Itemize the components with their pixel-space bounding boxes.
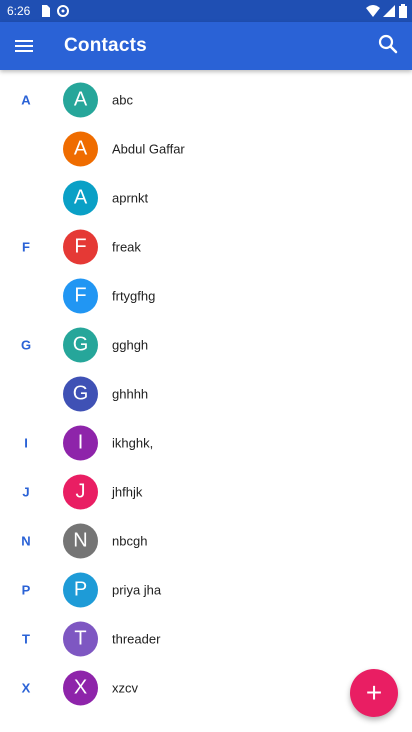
avatar: G bbox=[63, 376, 98, 411]
add-contact-button[interactable]: + bbox=[350, 669, 398, 717]
contact-name: threader bbox=[112, 631, 161, 646]
contact-row[interactable]: A aprnkt bbox=[0, 173, 412, 222]
section-letter: T bbox=[22, 631, 30, 646]
contact-row[interactable]: G G gghgh bbox=[0, 320, 412, 369]
avatar: I bbox=[63, 425, 98, 460]
avatar: T bbox=[63, 621, 98, 656]
contact-name: Abdul Gaffar bbox=[112, 141, 185, 156]
section-letter: X bbox=[21, 680, 31, 695]
status-bar: 6:26 bbox=[0, 0, 412, 22]
section-letter: F bbox=[22, 239, 30, 254]
sync-icon bbox=[57, 5, 69, 17]
contact-name: priya jha bbox=[112, 582, 162, 597]
contact-name: jhfhjk bbox=[112, 484, 143, 499]
cell-signal-icon bbox=[383, 5, 395, 17]
contact-name: frtygfhg bbox=[112, 288, 156, 303]
section-letter: A bbox=[21, 92, 31, 107]
contact-name: ghhhh bbox=[112, 386, 149, 401]
page-title: Contacts bbox=[64, 35, 147, 56]
app-bar: Contacts bbox=[0, 22, 412, 70]
contact-row[interactable]: P P priya jha bbox=[0, 565, 412, 614]
contact-name: abc bbox=[112, 92, 133, 107]
avatar: X bbox=[63, 670, 98, 705]
contact-row[interactable]: F frtygfhg bbox=[0, 271, 412, 320]
contact-row[interactable]: A Abdul Gaffar bbox=[0, 124, 412, 173]
contact-row[interactable]: N N nbcgh bbox=[0, 516, 412, 565]
avatar: F bbox=[63, 229, 98, 264]
avatar: P bbox=[63, 572, 98, 607]
section-letter: N bbox=[21, 533, 31, 548]
contact-name: freak bbox=[112, 239, 141, 254]
avatar: A bbox=[63, 180, 98, 215]
contact-row[interactable]: G ghhhh bbox=[0, 369, 412, 418]
add-icon: + bbox=[365, 677, 383, 708]
avatar: F bbox=[63, 278, 98, 313]
contact-name: nbcgh bbox=[112, 533, 148, 548]
contact-row[interactable]: T T threader bbox=[0, 614, 412, 663]
hamburger-menu-icon[interactable] bbox=[12, 34, 36, 58]
contact-name: aprnkt bbox=[112, 190, 149, 205]
contact-name: xzcv bbox=[112, 680, 138, 695]
contact-name: gghgh bbox=[112, 337, 149, 352]
search-icon[interactable] bbox=[376, 32, 400, 56]
contact-row[interactable]: J J jhfhjk bbox=[0, 467, 412, 516]
section-letter: J bbox=[22, 484, 30, 499]
contact-row[interactable]: F F freak bbox=[0, 222, 412, 271]
avatar: J bbox=[63, 474, 98, 509]
section-letter: I bbox=[24, 435, 28, 450]
avatar: N bbox=[63, 523, 98, 558]
status-time: 6:26 bbox=[7, 4, 31, 18]
contact-name: ikhghk, bbox=[112, 435, 154, 450]
avatar: G bbox=[63, 327, 98, 362]
sd-card-icon bbox=[42, 5, 50, 17]
wifi-icon bbox=[366, 5, 380, 17]
battery-icon bbox=[399, 4, 407, 18]
section-letter: P bbox=[21, 582, 31, 597]
section-letter: G bbox=[20, 337, 32, 352]
contact-row[interactable]: A A abc bbox=[0, 75, 412, 124]
avatar: A bbox=[63, 131, 98, 166]
avatar: A bbox=[63, 82, 98, 117]
contact-row[interactable]: I I ikhghk, bbox=[0, 418, 412, 467]
